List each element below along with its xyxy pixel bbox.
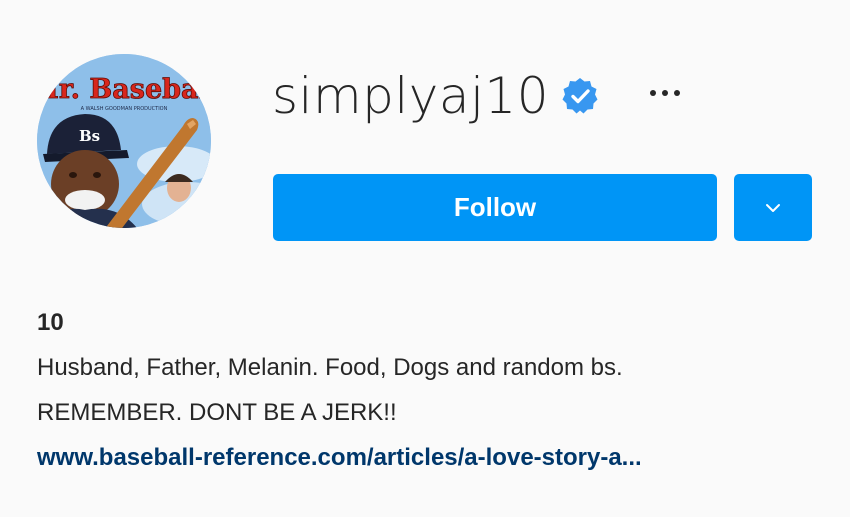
profile-full-name: 10	[37, 309, 64, 336]
username: simplyaj10	[272, 67, 550, 125]
poster-tagline: A WALSH GOODMAN PRODUCTION	[81, 106, 168, 112]
bio-line: REMEMBER. DONT BE A JERK!!	[37, 399, 397, 426]
profile-bio: 10 Husband, Father, Melanin. Food, Dogs …	[37, 300, 827, 480]
bio-website-link[interactable]: www.baseball-reference.com/articles/a-lo…	[37, 435, 827, 480]
more-options-button[interactable]	[640, 78, 690, 108]
more-dot	[674, 90, 680, 96]
bio-line: Husband, Father, Melanin. Food, Dogs and…	[37, 354, 623, 381]
profile-avatar[interactable]: Mr. Baseball A WALSH GOODMAN PRODUCTION …	[37, 54, 211, 228]
verified-badge-icon	[562, 78, 598, 114]
follow-button[interactable]: Follow	[273, 174, 717, 241]
profile-header: Mr. Baseball A WALSH GOODMAN PRODUCTION …	[0, 0, 850, 517]
poster-title: Mr. Baseball	[37, 74, 211, 105]
avatar-image: Mr. Baseball A WALSH GOODMAN PRODUCTION …	[37, 54, 211, 228]
suggested-accounts-button[interactable]	[734, 174, 812, 241]
more-horizontal-icon	[650, 90, 656, 96]
more-dot	[662, 90, 668, 96]
chevron-down-icon	[766, 203, 780, 212]
cap-logo: Bs	[79, 127, 100, 145]
